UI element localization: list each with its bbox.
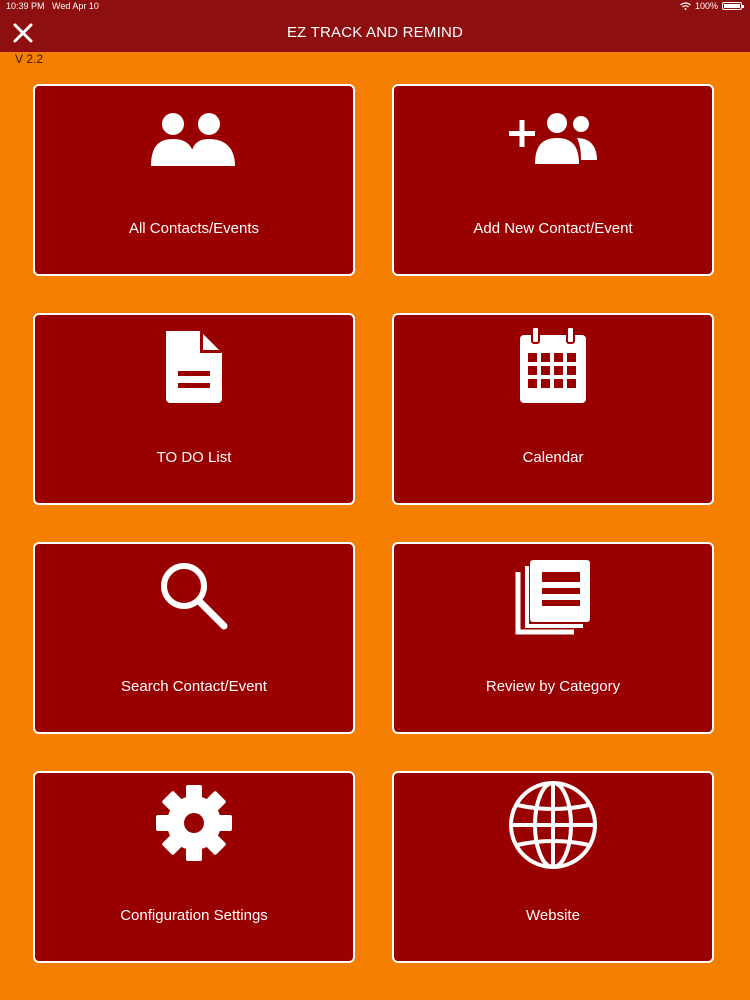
wifi-icon bbox=[680, 2, 691, 10]
status-date: Wed Apr 10 bbox=[52, 1, 99, 11]
website-button[interactable]: Website bbox=[392, 771, 714, 963]
tile-label: All Contacts/Events bbox=[128, 220, 260, 237]
add-contact-icon bbox=[509, 113, 597, 164]
tile-label: TO DO List bbox=[156, 449, 232, 466]
tile-label: Website bbox=[526, 907, 580, 924]
contacts-icon bbox=[151, 113, 235, 166]
tile-label: Calendar bbox=[522, 449, 584, 466]
status-indicators: 100% bbox=[680, 1, 744, 11]
tile-label: Configuration Settings bbox=[120, 907, 268, 924]
tile-label: Search Contact/Event bbox=[121, 678, 267, 695]
gear-icon bbox=[156, 785, 232, 861]
category-list-icon bbox=[515, 560, 590, 635]
configuration-settings-button[interactable]: Configuration Settings bbox=[33, 771, 355, 963]
status-bar: 10:39 PM Wed Apr 10 100% bbox=[0, 0, 750, 14]
tile-label: Review by Category bbox=[485, 678, 621, 695]
status-time: 10:39 PM bbox=[6, 1, 45, 11]
search-contact-event-button[interactable]: Search Contact/Event bbox=[33, 542, 355, 734]
all-contacts-events-button[interactable]: All Contacts/Events bbox=[33, 84, 355, 276]
calendar-button[interactable]: Calendar bbox=[392, 313, 714, 505]
calendar-icon bbox=[520, 326, 586, 403]
document-icon bbox=[166, 331, 222, 403]
nav-bar: EZ TRACK AND REMIND bbox=[0, 14, 750, 52]
battery-percent: 100% bbox=[694, 1, 718, 11]
todo-list-button[interactable]: TO DO List bbox=[33, 313, 355, 505]
review-by-category-button[interactable]: Review by Category bbox=[392, 542, 714, 734]
tile-label: Add New Contact/Event bbox=[473, 220, 633, 237]
globe-icon bbox=[509, 781, 597, 869]
page-title: EZ TRACK AND REMIND bbox=[286, 24, 464, 41]
add-new-contact-event-button[interactable]: Add New Contact/Event bbox=[392, 84, 714, 276]
search-icon bbox=[161, 563, 228, 630]
version-label: V 2.2 bbox=[15, 52, 44, 66]
battery-icon bbox=[722, 2, 744, 10]
